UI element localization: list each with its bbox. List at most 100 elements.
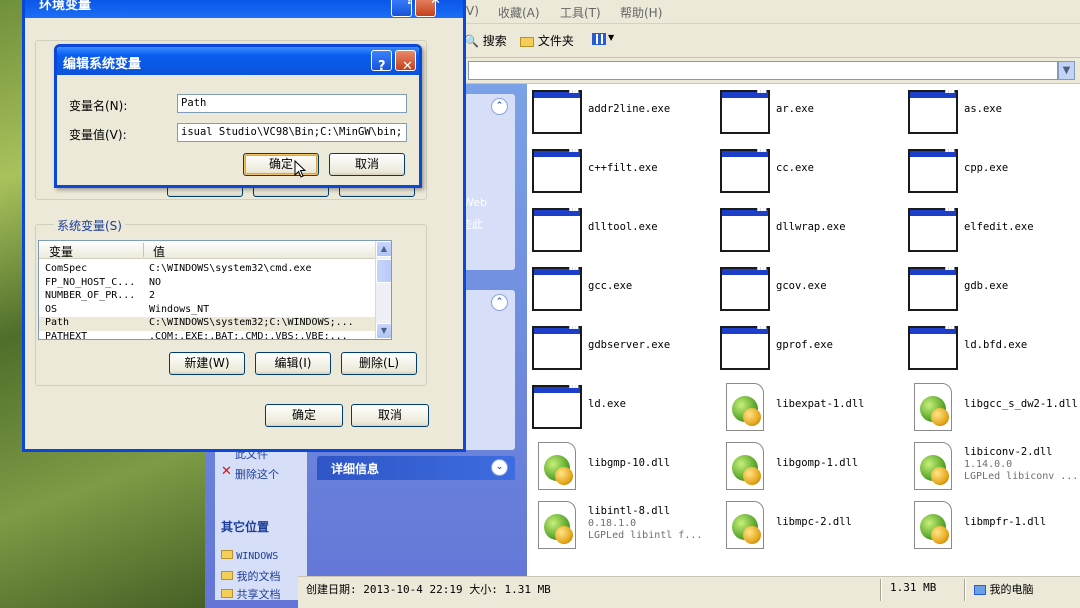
exe-file-icon [908, 324, 958, 370]
exe-file-icon [908, 147, 958, 193]
folder-icon [520, 36, 534, 47]
variable-value-input[interactable]: isual Studio\VC98\Bin;C:\MinGW\bin; [177, 123, 407, 142]
chevron-down-icon[interactable]: ⌄ [491, 459, 508, 476]
table-row[interactable]: OS Windows_NT [39, 304, 375, 318]
menu-favorites[interactable]: 收藏(A) [498, 4, 540, 21]
cancel-button[interactable]: 取消 [351, 404, 429, 427]
exe-file-icon [720, 147, 770, 193]
file-item[interactable]: as.exe [908, 88, 1080, 140]
table-row[interactable]: Path C:\WINDOWS\system32;C:\WINDOWS;... [39, 317, 375, 331]
edit-button[interactable]: 编辑(I) [255, 352, 331, 375]
variable-value-label: 变量值(V): [69, 128, 127, 142]
file-item[interactable]: gcc.exe [532, 265, 712, 317]
file-item[interactable]: libgomp-1.dll [720, 442, 900, 494]
file-name: gdbserver.exe [588, 339, 671, 351]
file-item[interactable]: cpp.exe [908, 147, 1080, 199]
exe-file-icon [532, 206, 582, 252]
chevron-down-icon: ▼ [380, 326, 388, 335]
scroll-up-button[interactable]: ▲ [376, 241, 391, 257]
file-item[interactable]: addr2line.exe [532, 88, 712, 140]
chevron-down-icon: ▼ [1062, 65, 1071, 76]
file-name: dllwrap.exe [776, 221, 846, 233]
help-icon: ? [378, 59, 386, 74]
file-item[interactable]: gcov.exe [720, 265, 900, 317]
chevron-up-icon[interactable]: ⌃ [491, 98, 508, 115]
file-item[interactable]: libiconv-2.dll 1.14.0.0 LGPLed libiconv ..… [908, 442, 1080, 494]
place-shared-documents[interactable]: 共享文档 [221, 586, 281, 602]
file-name: libmpfr-1.dll [964, 516, 1047, 528]
new-button[interactable]: 新建(W) [169, 352, 245, 375]
file-item[interactable]: ar.exe [720, 88, 900, 140]
menu-tools[interactable]: 工具(T) [560, 4, 601, 21]
column-header-value[interactable]: 值 [153, 243, 165, 260]
folder-icon [221, 550, 233, 559]
views-button[interactable]: ▼ [588, 30, 618, 50]
file-item[interactable]: elfedit.exe [908, 206, 1080, 258]
delete-file-item[interactable]: 删除这个 [235, 466, 279, 482]
exe-file-icon [908, 265, 958, 311]
file-item[interactable]: libintl-8.dll 0.18.1.0 LGPLed libintl f... [532, 501, 712, 553]
table-row[interactable]: ComSpec C:\WINDOWS\system32\cmd.exe [39, 263, 375, 277]
status-created: 创建日期: 2013-10-4 22:19 大小: 1.31 MB [306, 583, 551, 596]
exe-file-icon [532, 88, 582, 134]
other-places-header[interactable]: 其它位置 [221, 518, 269, 535]
file-item[interactable]: ld.exe [532, 383, 712, 435]
list-header: 变量 值 [39, 241, 375, 259]
file-name: libgcc_s_dw2-1.dll [964, 398, 1078, 410]
vertical-scrollbar[interactable]: ▲ ▼ [375, 241, 391, 339]
status-bar: 创建日期: 2013-10-4 22:19 大小: 1.31 MB 1.31 M… [298, 576, 1080, 608]
column-header-variable[interactable]: 变量 [49, 243, 73, 260]
file-item[interactable]: ld.bfd.exe [908, 324, 1080, 376]
edit-close-button[interactable]: ✕ [395, 50, 416, 74]
table-row[interactable]: NUMBER_OF_PR... 2 [39, 290, 375, 304]
file-item[interactable]: libmpc-2.dll [720, 501, 900, 553]
variable-name-cell: FP_NO_HOST_C... [45, 276, 136, 288]
menu-help[interactable]: 帮助(H) [620, 4, 662, 21]
scroll-down-button[interactable]: ▼ [376, 323, 391, 339]
edit-ok-button[interactable]: 确定 [243, 153, 319, 176]
status-size: 1.31 MB [890, 581, 937, 594]
edit-cancel-button[interactable]: 取消 [329, 153, 405, 176]
close-button[interactable]: ✕ [415, 0, 441, 17]
file-item[interactable]: dlltool.exe [532, 206, 712, 258]
chevron-up-icon[interactable]: ⌃ [491, 294, 508, 311]
ok-button[interactable]: 确定 [265, 404, 343, 427]
file-name: cpp.exe [964, 162, 1009, 174]
details-panel-header[interactable]: 详细信息 ⌄ [317, 456, 515, 480]
exe-file-icon [720, 206, 770, 252]
address-dropdown[interactable]: ▼ [1058, 61, 1075, 80]
delete-button[interactable]: 删除(L) [341, 352, 417, 375]
file-name: dlltool.exe [588, 221, 658, 233]
variable-name-cell: ComSpec [45, 263, 88, 274]
mouse-cursor [294, 159, 307, 178]
address-input[interactable] [468, 61, 1058, 80]
edit-help-button[interactable]: ? [371, 50, 392, 74]
file-item[interactable]: libgcc_s_dw2-1.dll [908, 383, 1080, 435]
variable-value-cell: Windows_NT [149, 303, 210, 315]
dll-file-icon [914, 442, 952, 490]
table-row[interactable]: FP_NO_HOST_C... NO [39, 277, 375, 291]
file-item[interactable]: gdb.exe [908, 265, 1080, 317]
search-button[interactable]: 🔍 搜索 [464, 32, 507, 49]
file-item[interactable]: cc.exe [720, 147, 900, 199]
file-item[interactable]: gprof.exe [720, 324, 900, 376]
file-item[interactable]: gdbserver.exe [532, 324, 712, 376]
file-name: c++filt.exe [588, 162, 658, 174]
file-item[interactable]: libgmp-10.dll [532, 442, 712, 494]
variable-name-input[interactable]: Path [177, 94, 407, 113]
file-name: addr2line.exe [588, 103, 671, 115]
file-item[interactable]: libmpfr-1.dll [908, 501, 1080, 553]
file-item[interactable]: dllwrap.exe [720, 206, 900, 258]
file-item[interactable]: libexpat-1.dll [720, 383, 900, 435]
scroll-thumb[interactable] [376, 259, 391, 283]
system-variables-list[interactable]: 变量 值 ComSpec C:\WINDOWS\system32\cmd.exe F… [38, 240, 392, 340]
menu-view[interactable]: V) [466, 4, 479, 18]
table-row[interactable]: PATHEXT .COM;.EXE;.BAT;.CMD;.VBS;.VBE;... [39, 331, 375, 340]
views-icon [592, 33, 606, 45]
folders-button[interactable]: 文件夹 [520, 32, 574, 49]
place-my-documents[interactable]: 我的文档 [221, 568, 281, 584]
variable-value-cell: C:\WINDOWS\system32;C:\WINDOWS;... [149, 317, 354, 328]
place-windows[interactable]: WINDOWS [221, 550, 278, 562]
help-button[interactable]: ? [391, 0, 414, 17]
file-item[interactable]: c++filt.exe [532, 147, 712, 199]
